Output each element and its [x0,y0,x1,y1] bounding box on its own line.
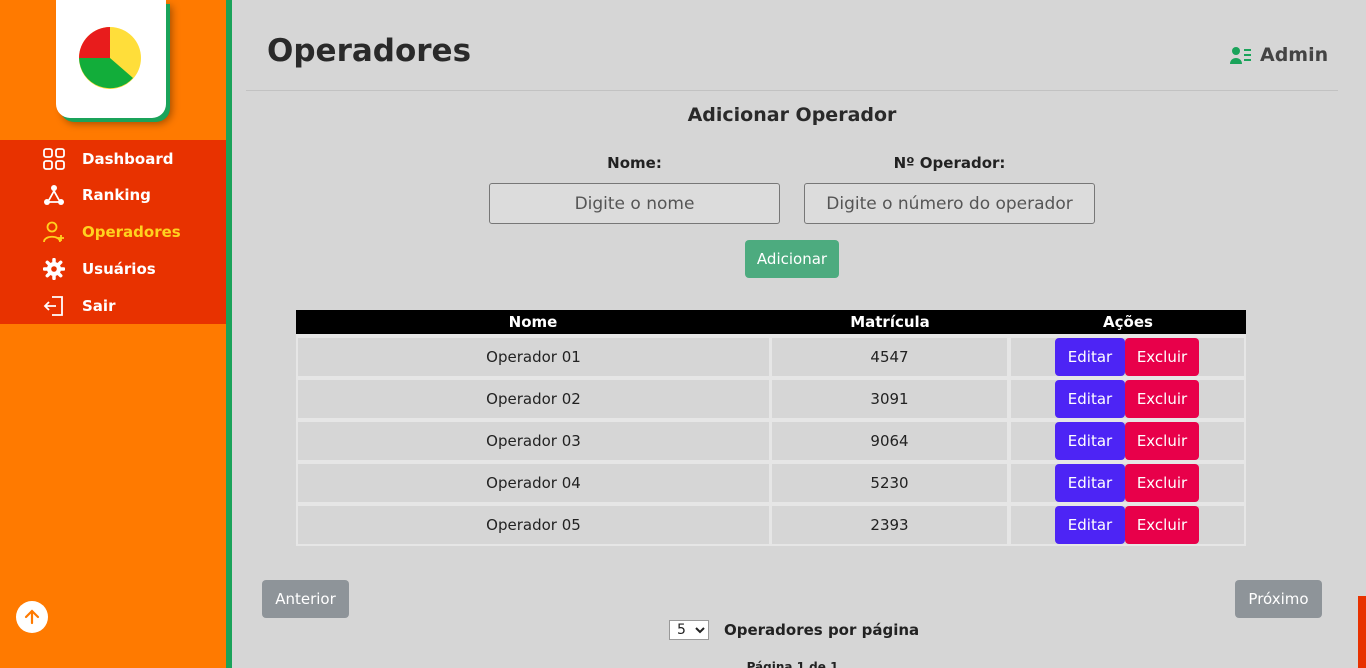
scroll-top-button[interactable] [16,601,48,633]
edit-button[interactable]: Editar [1055,506,1125,544]
form-title: Adicionar Operador [687,104,897,126]
sidebar-item-operadores[interactable]: Operadores [0,214,226,250]
sidebar-item-dashboard[interactable]: Dashboard [0,141,226,177]
user-menu[interactable]: Admin [1230,44,1328,66]
sidebar-item-sair[interactable]: Sair [0,288,226,324]
header-divider [246,90,1338,91]
sidebar-item-label: Operadores [82,223,181,241]
edit-button[interactable]: Editar [1055,422,1125,460]
dashboard-grid-icon [42,147,66,171]
edit-button[interactable]: Editar [1055,338,1125,376]
sidebar-item-label: Dashboard [82,150,174,168]
name-label: Nome: [607,154,662,172]
cell-name: Operador 03 [298,422,769,460]
table-body: Operador 01 4547 Editar Excluir Operador… [296,334,1246,546]
operator-number-input[interactable] [804,183,1095,224]
per-page-label: Operadores por página [724,621,920,639]
sidebar: Dashboard Ranking Operadores Usuários Sa… [0,0,226,668]
page-title: Operadores [267,33,472,69]
table-row: Operador 02 3091 Editar Excluir [296,378,1246,420]
edit-button[interactable]: Editar [1055,464,1125,502]
logo-card [56,0,166,118]
delete-button[interactable]: Excluir [1125,464,1199,502]
cell-matricula: 3091 [772,380,1007,418]
column-header-matricula: Matrícula [850,313,930,331]
table-header: Nome Matrícula Ações [296,310,1246,334]
ranking-icon [42,183,66,207]
operator-number-label: Nº Operador: [893,154,1006,172]
cell-matricula: 9064 [772,422,1007,460]
gear-icon [42,257,66,281]
sidebar-border [226,0,232,668]
column-header-actions: Ações [1103,313,1153,331]
cell-matricula: 2393 [772,506,1007,544]
logout-icon [42,294,66,318]
delete-button[interactable]: Excluir [1125,338,1199,376]
sidebar-nav: Dashboard Ranking Operadores Usuários Sa… [0,140,226,324]
table-row: Operador 01 4547 Editar Excluir [296,336,1246,378]
edit-button[interactable]: Editar [1055,380,1125,418]
right-edge-accent [1358,596,1366,668]
cell-name: Operador 01 [298,338,769,376]
cell-matricula: 4547 [772,338,1007,376]
sidebar-item-label: Sair [82,297,116,315]
pie-chart-logo [79,27,141,89]
arrow-up-icon [24,609,40,625]
cell-name: Operador 04 [298,464,769,502]
table-row: Operador 04 5230 Editar Excluir [296,462,1246,504]
cell-name: Operador 02 [298,380,769,418]
page-info: Página 1 de 1 [746,660,839,668]
user-name: Admin [1260,44,1329,66]
cell-name: Operador 05 [298,506,769,544]
per-page-select[interactable]: 5 [669,620,709,640]
sidebar-item-ranking[interactable]: Ranking [0,177,226,213]
column-header-name: Nome [508,313,558,331]
delete-button[interactable]: Excluir [1125,506,1199,544]
name-input[interactable] [489,183,780,224]
delete-button[interactable]: Excluir [1125,380,1199,418]
previous-page-button[interactable]: Anterior [262,580,349,618]
sidebar-item-usuarios[interactable]: Usuários [0,251,226,287]
next-page-button[interactable]: Próximo [1235,580,1322,618]
operators-table: Nome Matrícula Ações Operador 01 4547 Ed… [296,310,1246,546]
user-add-icon [42,220,66,244]
sidebar-item-label: Usuários [82,260,156,278]
table-row: Operador 03 9064 Editar Excluir [296,420,1246,462]
delete-button[interactable]: Excluir [1125,422,1199,460]
user-list-icon [1230,47,1251,64]
add-operator-button[interactable]: Adicionar [745,240,839,278]
table-row: Operador 05 2393 Editar Excluir [296,504,1246,546]
sidebar-item-label: Ranking [82,186,151,204]
cell-matricula: 5230 [772,464,1007,502]
